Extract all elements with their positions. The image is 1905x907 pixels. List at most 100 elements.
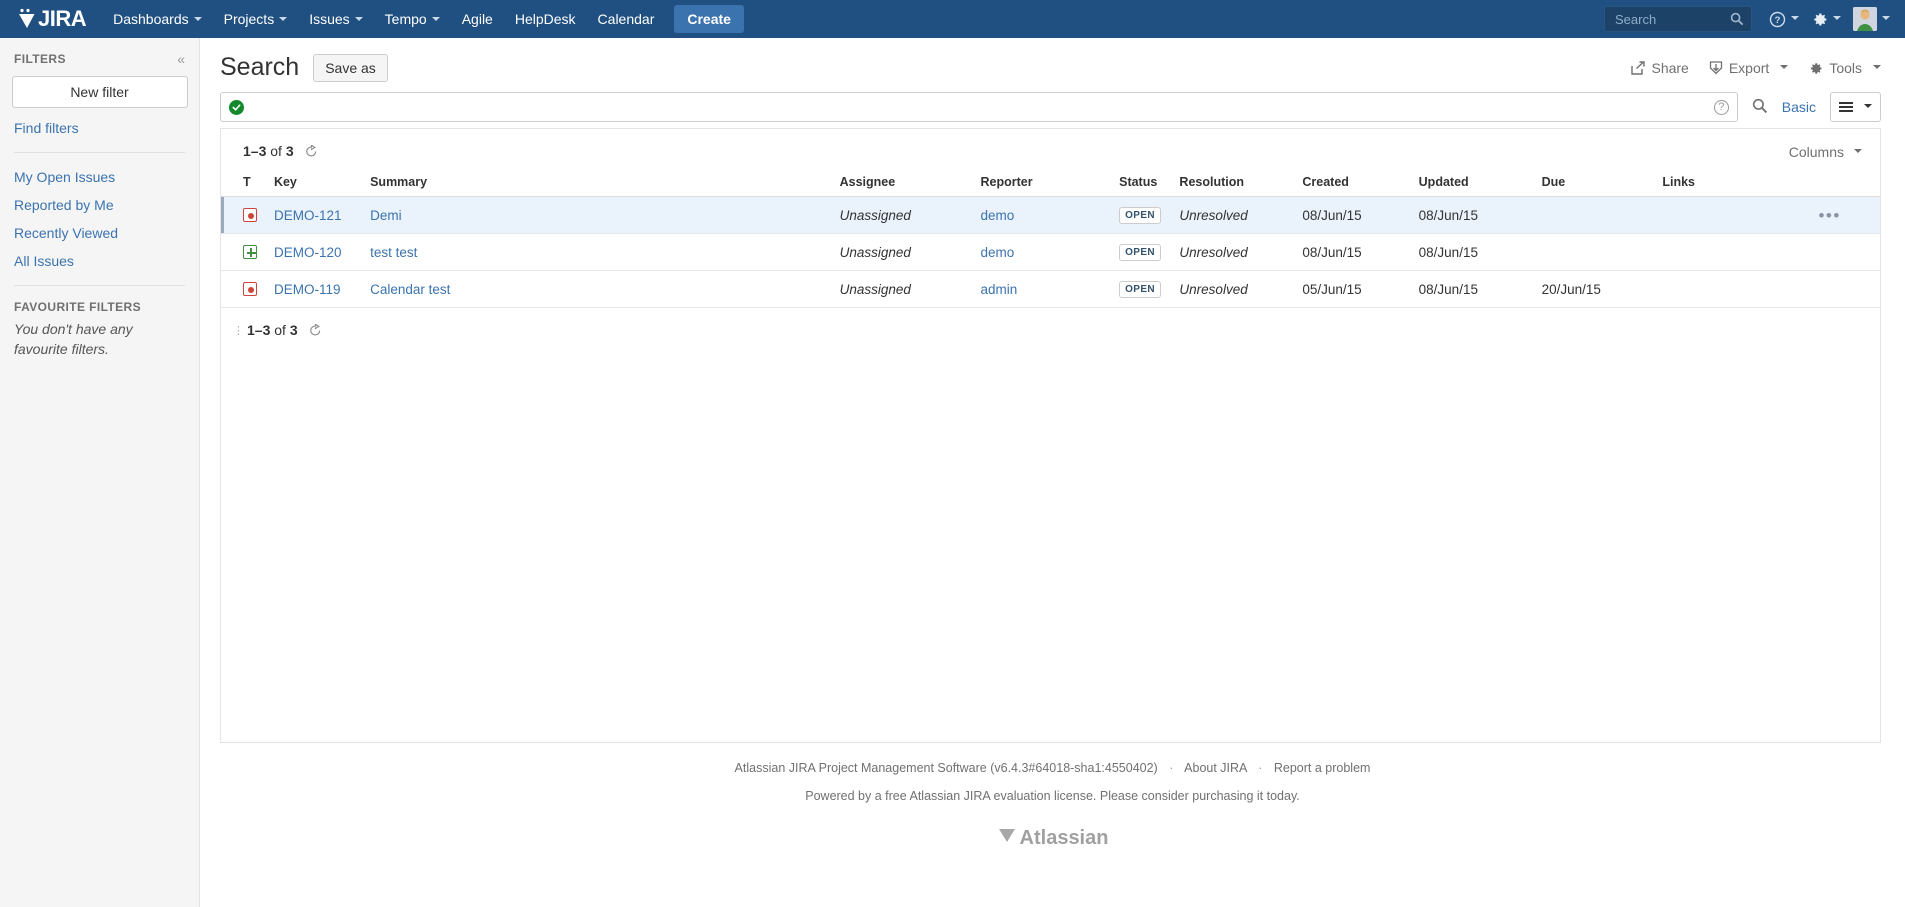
results-bottom-bar: ⋮ 1–3 of 3 [221, 308, 1880, 350]
footer-license-text: Powered by a free Atlassian JIRA evaluat… [805, 789, 1300, 803]
footer-version-text: Atlassian JIRA Project Management Softwa… [734, 761, 1158, 775]
refresh-icon[interactable] [305, 144, 318, 161]
issue-assignee-cell: Unassigned [833, 196, 975, 234]
global-search-box[interactable] [1604, 6, 1752, 32]
columns-label: Columns [1788, 144, 1844, 160]
chevron-down-icon [1780, 65, 1789, 69]
nav-item-agile[interactable]: Agile [451, 0, 504, 38]
issue-reporter-link[interactable]: demo [980, 245, 1014, 260]
export-button[interactable]: Export [1709, 60, 1789, 76]
sidebar-item-reported-by-me[interactable]: Reported by Me [0, 191, 199, 219]
column-header-resolution[interactable]: Resolution [1173, 171, 1297, 197]
column-header-due[interactable]: Due [1535, 171, 1657, 197]
issue-status-cell: OPEN [1113, 270, 1174, 308]
issue-summary-link[interactable]: Calendar test [370, 282, 450, 297]
global-search-input[interactable] [1613, 10, 1731, 28]
sidebar-title: FILTERS [14, 52, 66, 66]
ellipsis-icon[interactable]: ••• [1818, 206, 1840, 225]
column-header-links[interactable]: Links [1656, 171, 1780, 197]
tools-button[interactable]: Tools [1808, 60, 1881, 76]
content-header: Search Save as Share Export Tools [200, 38, 1905, 92]
chevron-down-icon [1873, 65, 1881, 69]
user-profile-menu-button[interactable] [1848, 0, 1895, 38]
page-title: Search [220, 53, 300, 82]
issue-actions-cell: ••• [1779, 196, 1880, 234]
jira-logo-icon [18, 8, 36, 30]
jql-help-icon[interactable]: ? [1713, 99, 1729, 115]
column-header-reporter[interactable]: Reporter [974, 171, 1114, 197]
issue-created-cell: 08/Jun/15 [1296, 196, 1413, 234]
chevron-down-icon [1882, 16, 1890, 20]
sidebar-item-recently-viewed[interactable]: Recently Viewed [0, 219, 199, 247]
nav-item-label: Dashboards [113, 11, 189, 27]
nav-item-helpdesk[interactable]: HelpDesk [504, 0, 587, 38]
table-row[interactable]: DEMO-119 Calendar test Unassigned admin … [221, 270, 1880, 308]
column-header-summary[interactable]: Summary [364, 171, 834, 197]
chevron-down-icon [354, 17, 363, 22]
chevron-down-icon [279, 17, 288, 22]
collapse-sidebar-icon[interactable]: « [177, 52, 185, 66]
about-jira-link[interactable]: About JIRA [1184, 761, 1247, 775]
view-layout-toggle-button[interactable] [1830, 92, 1881, 122]
column-header-type[interactable]: T [221, 171, 268, 197]
issue-reporter-link[interactable]: demo [980, 208, 1014, 223]
columns-dropdown-button[interactable]: Columns [1789, 144, 1862, 160]
issue-key-link[interactable]: DEMO-120 [274, 245, 342, 260]
column-header-actions [1779, 171, 1880, 197]
issue-results-table: T Key Summary Assignee Reporter Status R… [221, 171, 1880, 308]
status-badge: OPEN [1119, 207, 1162, 224]
nav-item-projects[interactable]: Projects [213, 0, 299, 38]
column-header-key[interactable]: Key [267, 171, 365, 197]
issue-updated-cell: 08/Jun/15 [1412, 270, 1536, 308]
new-filter-button[interactable]: New filter [11, 76, 188, 108]
table-body: DEMO-121 Demi Unassigned demo OPEN Unres… [221, 196, 1880, 308]
favourite-filters-empty-message: You don't have any favourite filters. [14, 321, 133, 357]
share-button[interactable]: Share [1631, 60, 1689, 76]
column-header-status[interactable]: Status [1113, 171, 1174, 197]
nav-item-label: Issues [309, 11, 350, 27]
nav-item-dashboards[interactable]: Dashboards [102, 0, 213, 38]
basic-search-toggle[interactable]: Basic [1782, 99, 1816, 115]
refresh-icon[interactable] [309, 323, 322, 340]
results-of-label: of [274, 322, 286, 338]
nav-item-issues[interactable]: Issues [298, 0, 373, 38]
issue-type-cell [221, 270, 268, 308]
issue-reporter-link[interactable]: admin [980, 282, 1017, 297]
run-search-icon[interactable] [1752, 98, 1768, 117]
nav-item-label: Tempo [384, 11, 427, 27]
jira-logo[interactable]: JIRA [18, 0, 87, 38]
sidebar-header: FILTERS « [0, 52, 199, 76]
jql-query-input[interactable] [250, 98, 1708, 116]
question-circle-icon: ? [1769, 11, 1786, 27]
column-header-assignee[interactable]: Assignee [833, 171, 975, 197]
results-of-label: of [270, 143, 282, 159]
sidebar-item-my-open-issues[interactable]: My Open Issues [0, 163, 199, 191]
help-menu-button[interactable]: ? [1764, 0, 1804, 38]
issue-actions-cell [1779, 233, 1880, 271]
create-button[interactable]: Create [674, 5, 744, 33]
column-header-created[interactable]: Created [1296, 171, 1413, 197]
issue-summary-link[interactable]: test test [370, 245, 417, 260]
results-range: 1–3 [247, 322, 271, 338]
issue-resolution-cell: Unresolved [1173, 196, 1297, 234]
table-row[interactable]: DEMO-121 Demi Unassigned demo OPEN Unres… [221, 196, 1880, 234]
sidebar-item-all-issues[interactable]: All Issues [0, 247, 199, 275]
resize-handle[interactable]: ⋮ [233, 325, 244, 336]
report-problem-link[interactable]: Report a problem [1274, 761, 1371, 775]
jql-input-field[interactable]: ? [220, 92, 1738, 122]
table-row[interactable]: DEMO-120 test test Unassigned demo OPEN … [221, 233, 1880, 271]
nav-item-calendar[interactable]: Calendar [587, 0, 666, 38]
issue-summary-link[interactable]: Demi [370, 208, 402, 223]
svg-text:?: ? [1775, 15, 1781, 26]
save-as-button[interactable]: Save as [313, 54, 388, 82]
footer-separator: · [1169, 761, 1174, 775]
find-filters-link[interactable]: Find filters [0, 114, 199, 142]
settings-menu-button[interactable] [1806, 0, 1846, 38]
issue-key-link[interactable]: DEMO-119 [274, 282, 341, 297]
header-actions: Share Export Tools [1631, 60, 1881, 76]
nav-item-tempo[interactable]: Tempo [374, 0, 451, 38]
issue-reporter-cell: demo [974, 196, 1114, 234]
issue-key-cell: DEMO-119 [267, 270, 365, 308]
issue-key-link[interactable]: DEMO-121 [274, 208, 342, 223]
column-header-updated[interactable]: Updated [1412, 171, 1536, 197]
